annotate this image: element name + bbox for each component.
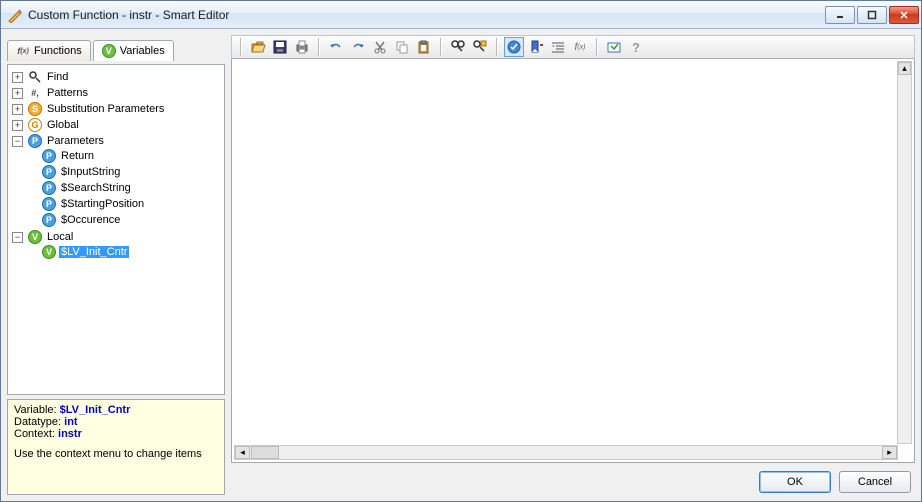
expand-toggle[interactable]: − [12, 232, 23, 243]
tree-node-local[interactable]: Local [45, 231, 75, 243]
toolbar-separator [318, 38, 320, 56]
expand-toggle[interactable]: + [12, 72, 23, 83]
tab-variables[interactable]: V Variables [93, 40, 174, 61]
editor-toolbar: f(x) ? [231, 35, 915, 59]
window-buttons [825, 6, 919, 24]
find-replace-icon[interactable] [470, 37, 490, 57]
scroll-up-icon[interactable]: ▴ [898, 62, 911, 75]
variables-icon: V [102, 44, 116, 58]
param-icon: P [42, 149, 56, 163]
tree-node-startingpos[interactable]: $StartingPosition [59, 198, 146, 210]
minimize-button[interactable] [825, 6, 855, 24]
tab-label: Variables [120, 45, 165, 57]
right-panel: f(x) ? ▴ ◂ ▸ OK Cancel [231, 35, 915, 495]
param-icon: P [42, 213, 56, 227]
scroll-thumb[interactable] [251, 446, 279, 459]
local-icon: V [28, 230, 42, 244]
expand-toggle[interactable]: + [12, 120, 23, 131]
tree-node-return[interactable]: Return [59, 150, 96, 162]
info-panel: Variable: $LV_Init_Cntr Datatype: int Co… [7, 399, 225, 495]
toolbar-separator [596, 38, 598, 56]
left-panel: f(x) Functions V Variables + Find + [7, 35, 225, 495]
tab-functions[interactable]: f(x) Functions [7, 40, 91, 61]
titlebar: Custom Function - instr - Smart Editor [1, 1, 921, 29]
info-ctx-label: Context: [14, 428, 58, 440]
info-dt-value: int [64, 416, 77, 428]
dialog-buttons: OK Cancel [231, 463, 915, 495]
window: Custom Function - instr - Smart Editor f… [0, 0, 922, 502]
scroll-right-icon[interactable]: ▸ [882, 446, 897, 459]
info-ctx-value: instr [58, 428, 82, 440]
toolbar-separator [440, 38, 442, 56]
app-icon [7, 7, 23, 23]
functions-icon: f(x) [16, 44, 30, 58]
undo-icon[interactable] [326, 37, 346, 57]
print-icon[interactable] [292, 37, 312, 57]
tree-node-searchstring[interactable]: $SearchString [59, 182, 133, 194]
maximize-button[interactable] [857, 6, 887, 24]
info-var-value: $LV_Init_Cntr [60, 404, 131, 416]
param-icon: P [42, 165, 56, 179]
help-icon[interactable]: ? [626, 37, 646, 57]
execute-icon[interactable] [604, 37, 624, 57]
close-button[interactable] [889, 6, 919, 24]
open-icon[interactable] [248, 37, 268, 57]
find-icon[interactable] [448, 37, 468, 57]
tree-node-patterns[interactable]: Patterns [45, 87, 90, 99]
expand-toggle[interactable]: + [12, 88, 23, 99]
vertical-scrollbar[interactable]: ▴ [897, 61, 912, 444]
code-editor[interactable]: ▴ ◂ ▸ [231, 59, 915, 463]
paste-icon[interactable] [414, 37, 434, 57]
save-icon[interactable] [270, 37, 290, 57]
horizontal-scrollbar[interactable]: ◂ ▸ [234, 445, 898, 460]
tree-node-global[interactable]: Global [45, 119, 81, 131]
outdent-icon[interactable] [548, 37, 568, 57]
validate-icon[interactable] [504, 37, 524, 57]
expand-toggle[interactable]: + [12, 104, 23, 115]
bookmark-icon[interactable] [526, 37, 546, 57]
substitution-icon: S [28, 102, 42, 116]
tab-label: Functions [34, 45, 82, 57]
global-icon: G [28, 118, 42, 132]
tree-node-inputstring[interactable]: $InputString [59, 166, 122, 178]
param-icon: P [42, 181, 56, 195]
scroll-left-icon[interactable]: ◂ [235, 446, 250, 459]
body-area: f(x) Functions V Variables + Find + [1, 29, 921, 501]
info-var-label: Variable: [14, 404, 60, 416]
redo-icon[interactable] [348, 37, 368, 57]
expand-toggle[interactable]: − [12, 136, 23, 147]
param-icon: P [42, 197, 56, 211]
local-var-icon: V [42, 245, 56, 259]
info-hint: Use the context menu to change items [14, 448, 218, 460]
info-dt-label: Datatype: [14, 416, 64, 428]
function-icon[interactable]: f(x) [570, 37, 590, 57]
toolbar-separator [240, 38, 242, 56]
tree-node-parameters[interactable]: Parameters [45, 135, 106, 147]
cancel-button[interactable]: Cancel [839, 471, 911, 493]
parameters-icon: P [28, 134, 42, 148]
tree-node-find[interactable]: Find [45, 71, 70, 83]
tree-node-lv-init-cntr[interactable]: $LV_Init_Cntr [59, 246, 129, 258]
find-icon [28, 70, 42, 84]
tab-strip: f(x) Functions V Variables [7, 39, 225, 60]
copy-icon[interactable] [392, 37, 412, 57]
toolbar-separator [496, 38, 498, 56]
window-title: Custom Function - instr - Smart Editor [28, 8, 825, 22]
tree-node-substitution[interactable]: Substitution Parameters [45, 103, 166, 115]
ok-button[interactable]: OK [759, 471, 831, 493]
variable-tree[interactable]: + Find + #, Patterns + S Substitution Pa… [7, 64, 225, 395]
patterns-icon: #, [28, 86, 42, 100]
tree-node-occurence[interactable]: $Occurence [59, 214, 122, 226]
cut-icon[interactable] [370, 37, 390, 57]
